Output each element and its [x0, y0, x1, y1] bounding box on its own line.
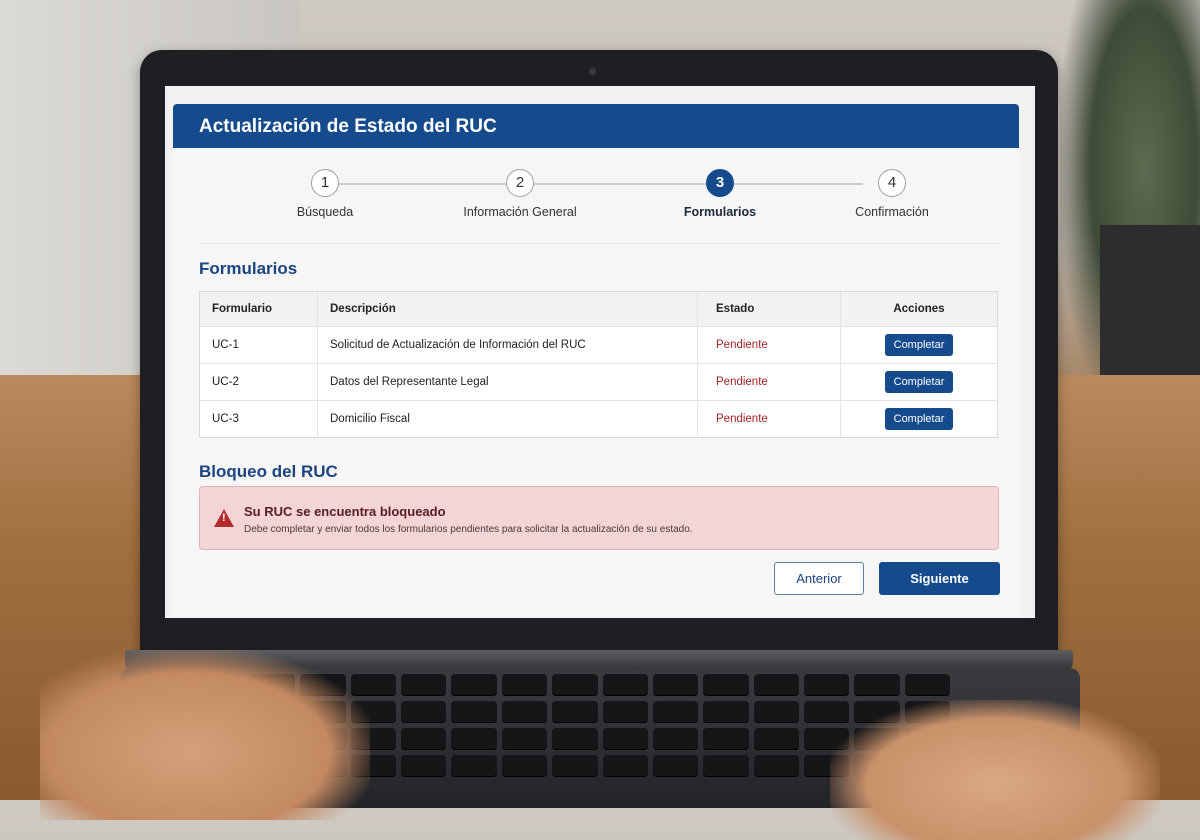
keyboard-key — [753, 674, 799, 696]
step-busqueda[interactable]: 1 Búsqueda — [245, 169, 405, 219]
keyboard-key — [501, 701, 548, 723]
webcam — [589, 68, 596, 75]
keyboard-key — [703, 728, 749, 750]
table-header: Formulario Descripción Estado Acciones — [200, 292, 997, 327]
form-description: Datos del Representante Legal — [318, 364, 698, 400]
divider — [199, 243, 999, 244]
keyboard-key — [803, 674, 850, 696]
column-header: Descripción — [318, 292, 698, 326]
keyboard-key — [854, 674, 900, 696]
column-header: Acciones — [893, 303, 945, 315]
keyboard-key — [703, 674, 749, 696]
alert-text: Debe completar y enviar todos los formul… — [244, 524, 693, 535]
keyboard-key — [552, 755, 598, 777]
keyboard-key — [552, 674, 598, 696]
section-title-bloqueo: Bloqueo del RUC — [199, 462, 338, 481]
keyboard-key — [401, 728, 447, 750]
previous-button[interactable]: Anterior — [774, 562, 864, 595]
section-title-formularios: Formularios — [199, 259, 298, 278]
keyboard-key — [602, 674, 648, 696]
form-description: Domicilio Fiscal — [318, 401, 698, 437]
keyboard-key — [501, 728, 548, 750]
step-label: Búsqueda — [296, 205, 354, 219]
step-confirmacion[interactable]: 4 Confirmación — [812, 169, 972, 219]
alert-title: Su RUC se encuentra bloqueado — [244, 504, 446, 519]
blocked-alert: Su RUC se encuentra bloqueado Debe compl… — [199, 486, 999, 550]
column-header: Formulario — [200, 292, 318, 326]
keyboard-key — [552, 728, 598, 750]
keyboard-key — [602, 728, 648, 750]
laptop-screen: Actualización de Estado del RUC 1 Búsque… — [165, 86, 1035, 618]
keyboard-key — [501, 755, 548, 777]
keyboard-key — [652, 755, 699, 777]
keyboard-key — [401, 701, 447, 723]
step-number: 2 — [506, 169, 534, 197]
complete-button[interactable]: Completar — [884, 408, 954, 430]
keyboard-key — [401, 755, 447, 777]
keyboard-key — [703, 755, 749, 777]
table-row: UC-1 Solicitud de Actualización de Infor… — [200, 327, 997, 364]
app-header: Actualización de Estado del RUC — [173, 104, 1019, 148]
keyboard-key — [401, 674, 447, 696]
keyboard-key — [904, 674, 950, 696]
step-formularios[interactable]: 3 Formularios — [640, 169, 800, 219]
keyboard-key — [602, 755, 648, 777]
keyboard-key — [501, 674, 548, 696]
complete-button[interactable]: Completar — [884, 334, 954, 356]
form-code: UC-2 — [200, 364, 318, 400]
status-badge: Pendiente — [698, 401, 841, 437]
step-number: 3 — [706, 169, 734, 197]
keyboard-key — [753, 728, 799, 750]
keyboard-key — [451, 701, 497, 723]
keyboard-key — [753, 755, 799, 777]
page-title: Actualización de Estado del RUC — [199, 116, 497, 137]
complete-button[interactable]: Completar — [884, 371, 954, 393]
status-badge: Pendiente — [698, 364, 841, 400]
keyboard-key — [652, 674, 699, 696]
table-row: UC-3 Domicilio Fiscal Pendiente Completa… — [200, 401, 997, 437]
column-header: Estado — [698, 292, 841, 326]
next-button[interactable]: Siguiente — [879, 562, 1000, 595]
form-code: UC-3 — [200, 401, 318, 437]
keyboard-key — [451, 674, 497, 696]
keyboard-key — [652, 728, 699, 750]
keyboard-key — [703, 701, 749, 723]
warning-icon — [214, 509, 234, 527]
table-row: UC-2 Datos del Representante Legal Pendi… — [200, 364, 997, 401]
form-description: Solicitud de Actualización de Informació… — [318, 327, 698, 363]
keyboard-key — [753, 701, 799, 723]
keyboard-key — [652, 701, 699, 723]
step-label: Formularios — [683, 205, 757, 219]
status-badge: Pendiente — [698, 327, 841, 363]
keyboard-key — [451, 755, 497, 777]
keyboard-key — [552, 701, 598, 723]
right-hand — [830, 700, 1160, 840]
keyboard-key — [451, 728, 497, 750]
keyboard-key — [602, 701, 648, 723]
form-code: UC-1 — [200, 327, 318, 363]
left-hand — [40, 650, 370, 820]
step-number: 1 — [311, 169, 339, 197]
step-label: Confirmación — [855, 205, 929, 219]
step-label: Información General — [463, 205, 577, 219]
step-number: 4 — [878, 169, 906, 197]
forms-table: Formulario Descripción Estado Acciones U… — [199, 291, 998, 438]
step-informacion-general[interactable]: 2 Información General — [440, 169, 600, 219]
